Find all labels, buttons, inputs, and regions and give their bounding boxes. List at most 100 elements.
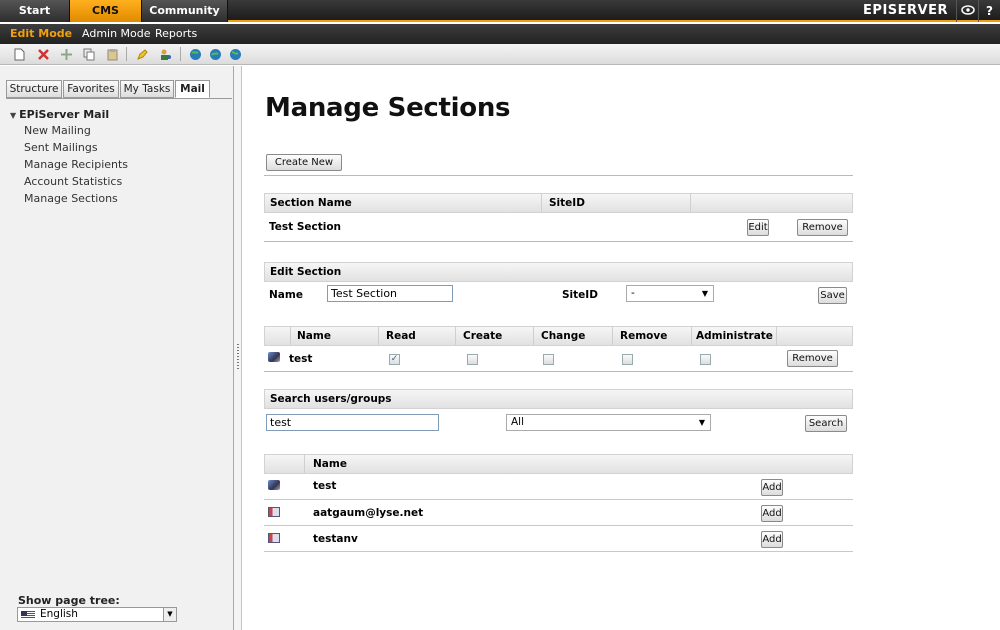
globe-link-icon[interactable] (228, 47, 242, 61)
column-header-change: Change (541, 330, 586, 342)
column-header-administrate: Administrate (696, 330, 773, 342)
admin-mode-link[interactable]: Admin Mode (82, 24, 151, 44)
edit-section-button[interactable]: Edit (747, 219, 769, 236)
result-name: aatgaum@lyse.net (313, 507, 424, 519)
divider (264, 241, 853, 242)
name-label: Name (269, 289, 303, 301)
column-header-section-name: Section Name (270, 197, 352, 209)
add-button[interactable]: Add (761, 531, 783, 548)
search-input[interactable]: test (266, 414, 439, 431)
tab-favorites[interactable]: Favorites (63, 80, 119, 98)
language-value: English (40, 608, 78, 620)
chevron-down-icon[interactable]: ▼ (163, 608, 176, 621)
column-header-read: Read (386, 330, 416, 342)
tree-item-manage-sections[interactable]: Manage Sections (24, 192, 118, 205)
search-filter-select[interactable]: All ▼ (506, 414, 711, 431)
section-name-input[interactable]: Test Section (327, 285, 453, 302)
tree-root-label: EPiServer Mail (19, 108, 110, 121)
edit-section-header: Edit Section (264, 262, 853, 282)
tab-community[interactable]: Community (142, 0, 228, 22)
main-content: Manage Sections Create New Section Name … (243, 66, 1000, 630)
tree-item-sent-mailings[interactable]: Sent Mailings (24, 141, 98, 154)
page-title: Manage Sections (265, 93, 511, 123)
tree-item-new-mailing[interactable]: New Mailing (24, 124, 91, 137)
user-icon (268, 533, 280, 543)
save-button[interactable]: Save (818, 287, 847, 304)
column-header-name: Name (297, 330, 331, 342)
column-header-siteid: SiteID (549, 197, 585, 209)
group-icon (268, 352, 280, 362)
tree-item-manage-recipients[interactable]: Manage Recipients (24, 158, 128, 171)
create-checkbox[interactable] (467, 354, 478, 365)
tree-item-account-statistics[interactable]: Account Statistics (24, 175, 122, 188)
permissions-table-header: Name Read Create Change Remove Administr… (264, 326, 853, 346)
show-page-tree-label: Show page tree: (18, 594, 120, 607)
column-header-remove: Remove (620, 330, 668, 342)
view-icon[interactable] (956, 0, 978, 22)
user-icon (268, 507, 280, 517)
new-page-icon[interactable] (12, 47, 26, 61)
left-pane: Structure Favorites My Tasks Mail ▼ EPiSe… (0, 66, 234, 630)
divider (264, 499, 853, 500)
tab-my-tasks[interactable]: My Tasks (120, 80, 174, 98)
edit-icon[interactable] (135, 47, 149, 61)
globe-icon[interactable] (188, 47, 202, 61)
remove-permission-button[interactable]: Remove (787, 350, 838, 367)
column-header-create: Create (463, 330, 503, 342)
permission-row-name: test (289, 353, 313, 365)
tab-cms[interactable]: CMS (70, 0, 142, 22)
move-icon[interactable] (59, 47, 73, 61)
add-button[interactable]: Add (761, 505, 783, 522)
chevron-down-icon[interactable]: ▼ (702, 286, 708, 301)
read-checkbox[interactable]: ✓ (389, 354, 400, 365)
tab-structure[interactable]: Structure (6, 80, 62, 98)
search-button[interactable]: Search (805, 415, 847, 432)
help-icon[interactable]: ? (978, 0, 1000, 22)
toolbar (0, 44, 1000, 65)
top-navigation-bar: Start CMS Community EPISERVER ? (0, 0, 1000, 22)
section-name-cell: Test Section (269, 221, 342, 233)
column-header-result-name: Name (313, 458, 347, 470)
divider (264, 175, 853, 176)
reports-link[interactable]: Reports (155, 24, 197, 44)
divider (264, 551, 853, 552)
paste-icon[interactable] (105, 47, 119, 61)
tab-start[interactable]: Start (0, 0, 70, 22)
mode-bar: Edit Mode Admin Mode Reports (0, 24, 1000, 44)
search-header: Search users/groups (264, 389, 853, 409)
group-icon (268, 480, 280, 490)
chevron-down-icon[interactable]: ▼ (699, 415, 705, 430)
search-header-title: Search users/groups (270, 393, 392, 405)
divider (264, 525, 853, 526)
administrate-checkbox[interactable] (700, 354, 711, 365)
edit-section-title: Edit Section (270, 266, 342, 278)
edit-mode-link[interactable]: Edit Mode (10, 24, 72, 44)
globe-refresh-icon[interactable] (208, 47, 222, 61)
siteid-select[interactable]: - ▼ (626, 285, 714, 302)
siteid-label: SiteID (562, 289, 598, 301)
tab-mail[interactable]: Mail (175, 80, 210, 98)
copy-icon[interactable] (82, 47, 96, 61)
language-select[interactable]: English ▼ (17, 607, 177, 622)
splitter-grip-icon[interactable] (237, 344, 239, 370)
us-flag-icon (21, 611, 35, 619)
search-filter-value: All (511, 416, 525, 428)
tab-divider (6, 98, 232, 99)
siteid-value: - (631, 287, 635, 299)
change-checkbox[interactable] (543, 354, 554, 365)
remove-section-button[interactable]: Remove (797, 219, 848, 236)
collapse-arrow-icon[interactable]: ▼ (10, 111, 16, 120)
remove-checkbox[interactable] (622, 354, 633, 365)
results-table-header: Name (264, 454, 853, 474)
permissions-icon[interactable] (158, 47, 172, 61)
sections-table-header: Section Name SiteID (264, 193, 853, 213)
result-name: test (313, 480, 337, 492)
result-name: testanv (313, 533, 358, 545)
episerver-logo: EPISERVER (863, 3, 948, 18)
add-button[interactable]: Add (761, 479, 783, 496)
create-new-button[interactable]: Create New (266, 154, 342, 171)
pane-splitter[interactable] (234, 66, 242, 630)
tree-root-episerver-mail[interactable]: ▼ EPiServer Mail (10, 108, 109, 121)
divider (264, 371, 853, 372)
delete-icon[interactable] (36, 47, 50, 61)
